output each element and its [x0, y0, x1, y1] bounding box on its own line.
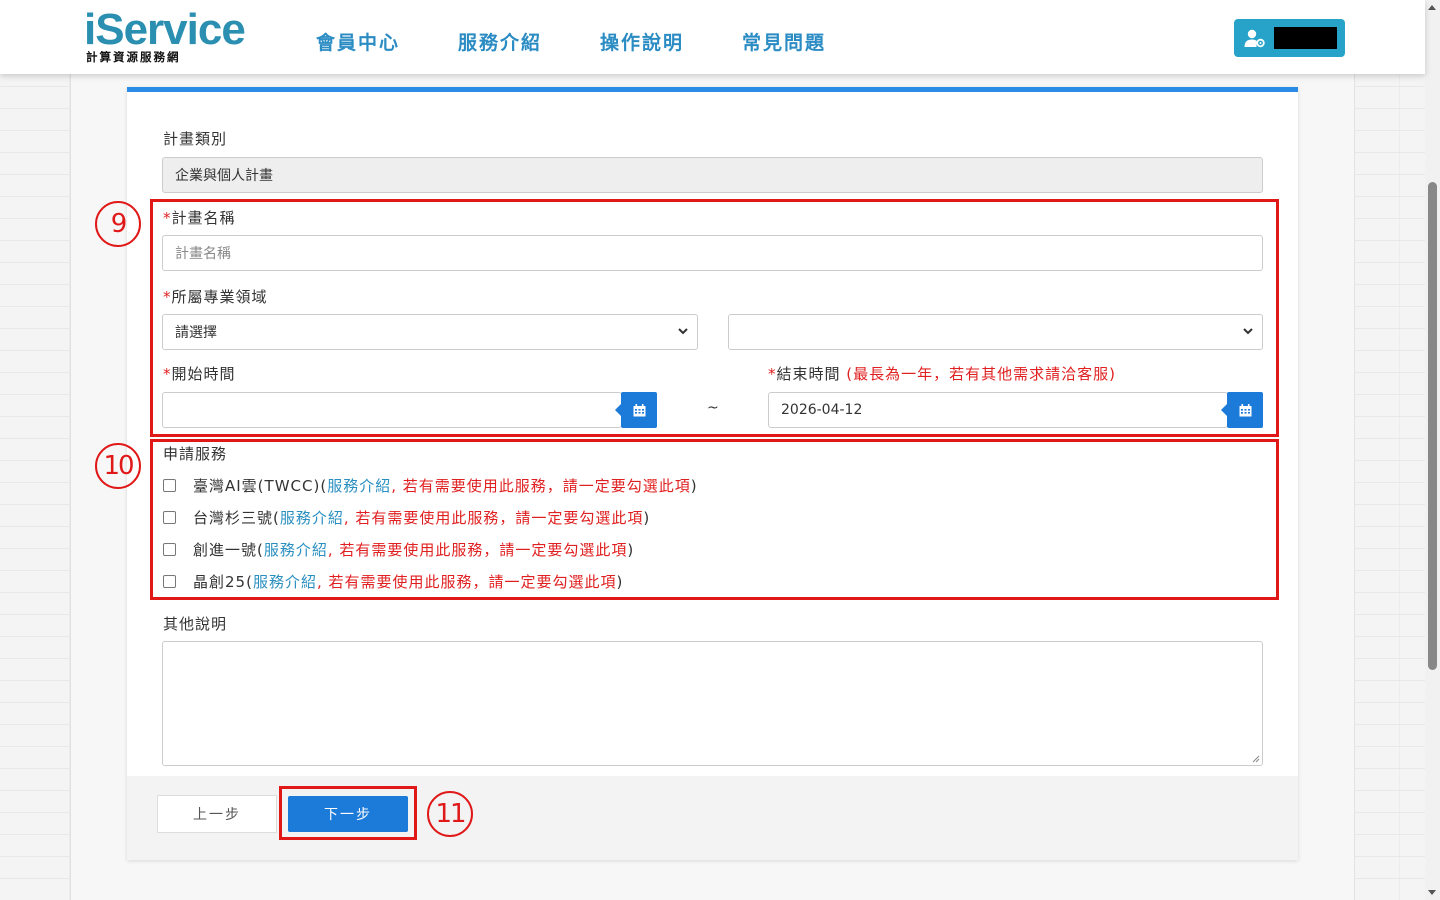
main-nav: 會員中心 服務介紹 操作說明 常見問題 [316, 28, 884, 55]
iservice-logo[interactable]: iService 計算資源服務網 [84, 8, 254, 66]
plan-name-label: *計畫名稱 [163, 207, 236, 228]
next-step-button[interactable]: 下一步 [288, 796, 408, 832]
plan-name-input[interactable]: 計畫名稱 [162, 235, 1263, 271]
required-mark: * [163, 209, 172, 227]
service-intro-link[interactable]: 服務介紹 [253, 571, 317, 592]
service-item-taiwania3: 台灣杉三號(服務介紹, 若有需要使用此服務，請一定要勾選此項) [163, 507, 650, 528]
service-checkbox-twcc[interactable] [163, 479, 176, 492]
plan-name-placeholder: 計畫名稱 [175, 246, 231, 262]
end-date-picker-button[interactable] [1221, 392, 1263, 428]
service-close-paren: ) [616, 572, 624, 591]
field-label-text: 所屬專業領域 [171, 288, 268, 306]
field-label: *所屬專業領域 [163, 286, 268, 307]
service-intro-link[interactable]: 服務介紹 [280, 507, 344, 528]
start-date-picker-button[interactable] [615, 392, 657, 428]
step-10-marker: 10 [95, 443, 141, 489]
nav-instructions[interactable]: 操作說明 [600, 28, 684, 55]
plan-name-label-text: 計畫名稱 [171, 209, 236, 227]
service-item-nano4: 晶創25(服務介紹, 若有需要使用此服務，請一定要勾選此項) [163, 571, 623, 592]
end-time-label: *結束時間 (最長為一年，若有其他需求請洽客服) [768, 363, 1116, 384]
nav-service-intro[interactable]: 服務介紹 [458, 28, 542, 55]
step-9-marker: 9 [95, 201, 141, 247]
chevron-down-icon [1243, 328, 1253, 335]
scroll-up-arrow-icon[interactable] [1428, 5, 1436, 10]
other-notes-textarea[interactable] [162, 641, 1263, 766]
start-time-input[interactable] [162, 392, 622, 428]
end-time-label-text: 結束時間 [776, 365, 841, 383]
resize-handle-icon[interactable] [1252, 755, 1260, 763]
service-note: , 若有需要使用此服務，請一定要勾選此項 [343, 509, 644, 527]
scroll-down-arrow-icon[interactable] [1428, 890, 1436, 895]
required-mark: * [163, 288, 172, 306]
top-header: iService 計算資源服務網 會員中心 服務介紹 操作說明 常見問題 [0, 0, 1425, 74]
user-gear-icon [1244, 29, 1265, 48]
user-name-redacted [1274, 27, 1337, 49]
plan-type-label: 計畫類別 [163, 130, 228, 148]
field-select-secondary[interactable] [728, 314, 1263, 350]
start-time-label: *開始時間 [163, 363, 236, 384]
calendar-icon [1239, 403, 1251, 416]
end-time-input[interactable]: 2026-04-12 [768, 392, 1228, 428]
chevron-down-icon [678, 328, 688, 335]
calendar-icon [633, 403, 645, 416]
service-note: , 若有需要使用此服務，請一定要勾選此項 [316, 573, 617, 591]
prev-step-button[interactable]: 上一步 [157, 795, 277, 833]
plan-type-field: 企業與個人計畫 [162, 157, 1263, 193]
service-note: , 若有需要使用此服務，請一定要勾選此項 [327, 541, 628, 559]
nav-faq[interactable]: 常見問題 [742, 28, 826, 55]
service-intro-link[interactable]: 服務介紹 [264, 539, 328, 560]
required-mark: * [163, 365, 172, 383]
service-checkbox-nano4[interactable] [163, 575, 176, 588]
nav-member-center[interactable]: 會員中心 [316, 28, 400, 55]
end-time-note: (最長為一年，若有其他需求請洽客服) [846, 365, 1117, 383]
logo-subtitle: 計算資源服務網 [86, 50, 181, 64]
end-time-value: 2026-04-12 [781, 402, 863, 418]
service-name: 晶創25( [193, 573, 253, 591]
service-close-paren: ) [690, 476, 698, 495]
step-11-marker: 11 [427, 791, 473, 837]
service-close-paren: ) [627, 540, 635, 559]
range-separator: ~ [707, 400, 719, 416]
other-notes-label: 其他說明 [163, 615, 228, 633]
scrollbar-thumb[interactable] [1428, 182, 1437, 670]
services-label: 申請服務 [163, 445, 228, 463]
service-close-paren: ) [643, 508, 651, 527]
service-item-twcc: 臺灣AI雲(TWCC)(服務介紹, 若有需要使用此服務，請一定要勾選此項) [163, 475, 698, 496]
service-note: , 若有需要使用此服務，請一定要勾選此項 [391, 477, 691, 495]
service-intro-link[interactable]: 服務介紹 [327, 475, 391, 496]
logo-text: iService [84, 5, 246, 54]
service-item-forerunner1: 創進一號(服務介紹, 若有需要使用此服務，請一定要勾選此項) [163, 539, 634, 560]
user-menu-button[interactable] [1234, 19, 1345, 57]
service-name: 創進一號( [193, 541, 264, 559]
start-time-label-text: 開始時間 [171, 365, 236, 383]
required-mark: * [768, 365, 777, 383]
service-checkbox-taiwania3[interactable] [163, 511, 176, 524]
field-select-primary[interactable]: 請選擇 [162, 314, 698, 350]
service-name: 台灣杉三號( [193, 509, 280, 527]
service-name: 臺灣AI雲(TWCC)( [193, 477, 328, 495]
service-checkbox-forerunner1[interactable] [163, 543, 176, 556]
page-scrollbar[interactable] [1425, 0, 1440, 900]
plan-type-value: 企業與個人計畫 [175, 168, 273, 184]
field-select-primary-value: 請選擇 [175, 325, 217, 341]
